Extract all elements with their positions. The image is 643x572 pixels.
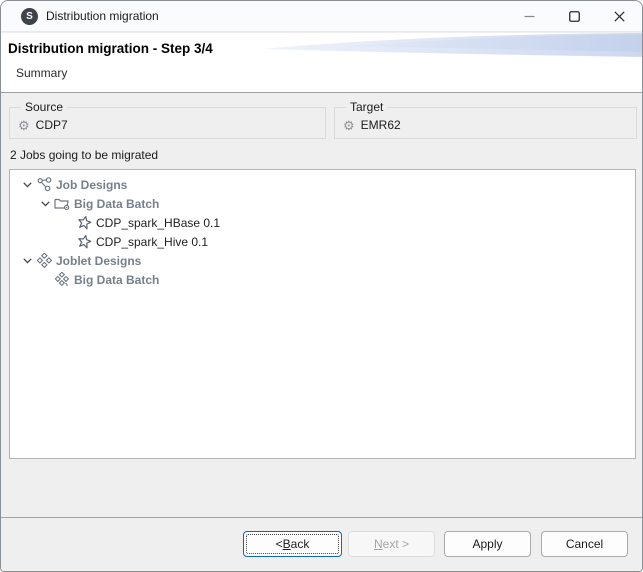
tree-row-joblet-designs[interactable]: Joblet Designs [10, 251, 635, 270]
window-controls [507, 1, 642, 32]
close-button[interactable] [597, 1, 642, 32]
distribution-gear-icon: ⚙ [343, 119, 355, 132]
next-button-mnemonic: N [374, 537, 383, 551]
jobs-count-label: 2 Jobs going to be migrated [10, 148, 158, 162]
tree-item-label: CDP_spark_Hive 0.1 [96, 235, 208, 249]
target-distribution-value: EMR62 [361, 118, 401, 132]
apply-button[interactable]: Apply [444, 531, 531, 557]
wizard-step-subtitle: Summary [16, 66, 67, 80]
tree-row-job-hive[interactable]: CDP_spark_Hive 0.1 [10, 232, 635, 251]
job-designs-icon [36, 177, 52, 193]
migration-tree[interactable]: Job Designs Big Data Batch [9, 169, 636, 459]
next-button-label-rest: ext > [383, 537, 409, 551]
source-distribution-value: CDP7 [36, 118, 68, 132]
title-bar: S Distribution migration [1, 1, 642, 32]
chevron-down-icon[interactable] [20, 178, 34, 192]
next-button[interactable]: Next > [348, 531, 435, 557]
wizard-header: Distribution migration - Step 3/4 Summar… [1, 33, 642, 93]
minimize-button[interactable] [507, 1, 552, 32]
source-group: Source ⚙ CDP7 [9, 107, 326, 139]
back-button-mnemonic: B [283, 537, 291, 551]
banner-swoosh-decoration [262, 33, 642, 63]
tree-item-label: Job Designs [56, 178, 127, 192]
tree-item-label: Joblet Designs [56, 254, 141, 268]
distribution-gear-icon: ⚙ [18, 119, 30, 132]
target-group-legend: Target [346, 100, 387, 114]
tree-item-label: CDP_spark_HBase 0.1 [96, 216, 220, 230]
tree-row-job-designs[interactable]: Job Designs [10, 175, 635, 194]
chevron-down-icon[interactable] [20, 254, 34, 268]
tree-row-job-hbase[interactable]: CDP_spark_HBase 0.1 [10, 213, 635, 232]
button-bar: < Back Next > Apply Cancel [1, 517, 642, 571]
joblet-icon [54, 272, 70, 288]
apply-button-label: Apply [472, 537, 502, 551]
folder-gear-icon [54, 196, 70, 212]
tree-row-big-data-batch-joblet[interactable]: Big Data Batch [10, 270, 635, 289]
tree-row-big-data-batch-folder[interactable]: Big Data Batch [10, 194, 635, 213]
cancel-button-label: Cancel [566, 537, 603, 551]
source-group-legend: Source [21, 100, 67, 114]
minimize-icon [524, 11, 535, 22]
window-title: Distribution migration [46, 9, 159, 23]
tree-indent-spacer [38, 273, 52, 287]
chevron-down-icon[interactable] [38, 197, 52, 211]
app-icon: S [21, 8, 38, 25]
joblet-designs-icon [36, 253, 52, 269]
wizard-step-title: Distribution migration - Step 3/4 [8, 41, 213, 56]
dialog-window: S Distribution migration [0, 0, 643, 572]
back-button[interactable]: < Back [243, 531, 342, 557]
back-button-label: < [276, 537, 283, 551]
tree-item-label: Big Data Batch [74, 197, 159, 211]
back-button-label-rest: ack [291, 537, 310, 551]
tree-item-label: Big Data Batch [74, 273, 159, 287]
close-icon [614, 11, 625, 22]
cancel-button[interactable]: Cancel [541, 531, 628, 557]
job-icon [76, 234, 92, 250]
maximize-button[interactable] [552, 1, 597, 32]
wizard-content: Source ⚙ CDP7 Target ⚙ EMR62 2 Jobs goin… [1, 94, 642, 517]
target-group: Target ⚙ EMR62 [334, 107, 637, 139]
job-icon [76, 215, 92, 231]
maximize-icon [569, 11, 580, 22]
